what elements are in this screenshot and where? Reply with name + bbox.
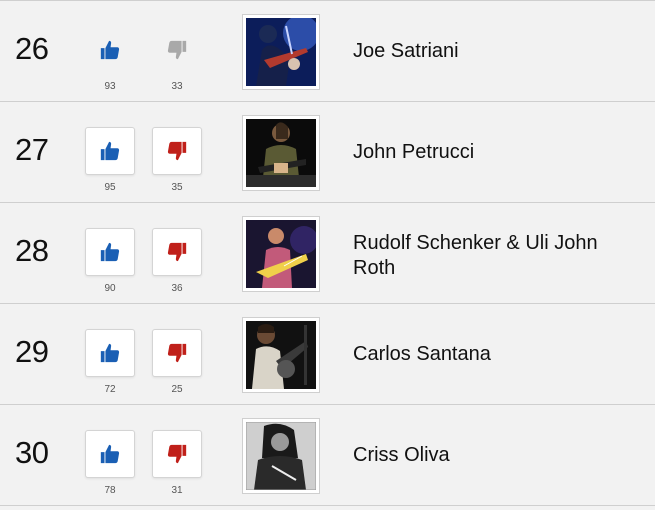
thumbs-up-icon <box>100 343 120 363</box>
upvote-button[interactable] <box>85 26 135 74</box>
artist-photo[interactable] <box>242 216 320 292</box>
artist-name[interactable]: Carlos Santana <box>353 342 643 367</box>
thumbs-down-icon <box>167 444 187 464</box>
upvote-count: 95 <box>104 182 116 193</box>
downvote-count: 35 <box>171 182 183 193</box>
downvote-button[interactable] <box>152 329 202 377</box>
upvote-count: 78 <box>104 485 116 496</box>
thumbs-up-icon <box>100 242 120 262</box>
rudolf-schenker-uli-john-roth-photo <box>246 220 316 288</box>
criss-oliva-photo <box>246 422 316 490</box>
list-item: 28 90 36 Rudolf Schenker & Uli John Roth <box>0 202 655 303</box>
thumbs-up-icon <box>100 444 120 464</box>
thumbs-down-icon <box>167 242 187 262</box>
upvote-button[interactable] <box>85 228 135 276</box>
artist-photo[interactable] <box>242 14 320 90</box>
downvote-button[interactable] <box>152 430 202 478</box>
artist-name[interactable]: John Petrucci <box>353 140 643 165</box>
john-petrucci-photo <box>246 119 316 187</box>
thumbs-up-icon <box>100 141 120 161</box>
downvote-count: 33 <box>171 81 183 92</box>
upvote-count: 90 <box>104 283 116 294</box>
thumbs-down-icon <box>167 141 187 161</box>
upvote-button[interactable] <box>85 329 135 377</box>
thumbs-up-icon <box>100 40 120 60</box>
downvote-button[interactable] <box>152 127 202 175</box>
rank-number: 26 <box>15 31 49 66</box>
artist-name[interactable]: Joe Satriani <box>353 39 643 64</box>
upvote-button[interactable] <box>85 430 135 478</box>
thumbs-down-icon <box>167 40 187 60</box>
rank-number: 29 <box>15 334 49 369</box>
list-item: 26 93 33 Joe Satriani <box>0 0 655 101</box>
thumbs-down-icon <box>167 343 187 363</box>
ranking-list: 26 93 33 Joe Satriani 27 95 35 John Petr… <box>0 0 655 506</box>
list-item: 30 78 31 Criss Oliva <box>0 404 655 506</box>
artist-name[interactable]: Criss Oliva <box>353 443 643 468</box>
rank-number: 27 <box>15 132 49 167</box>
upvote-button[interactable] <box>85 127 135 175</box>
rank-number: 28 <box>15 233 49 268</box>
upvote-count: 93 <box>104 81 116 92</box>
list-item: 27 95 35 John Petrucci <box>0 101 655 202</box>
downvote-button[interactable] <box>152 228 202 276</box>
artist-photo[interactable] <box>242 317 320 393</box>
downvote-button[interactable] <box>152 26 202 74</box>
artist-photo[interactable] <box>242 115 320 191</box>
joe-satriani-photo <box>246 18 316 86</box>
rank-number: 30 <box>15 435 49 470</box>
downvote-count: 25 <box>171 384 183 395</box>
list-item: 29 72 25 Carlos Santana <box>0 303 655 404</box>
upvote-count: 72 <box>104 384 116 395</box>
artist-name[interactable]: Rudolf Schenker & Uli John Roth <box>353 231 643 281</box>
carlos-santana-photo <box>246 321 316 389</box>
artist-photo[interactable] <box>242 418 320 494</box>
downvote-count: 36 <box>171 283 183 294</box>
downvote-count: 31 <box>171 485 183 496</box>
